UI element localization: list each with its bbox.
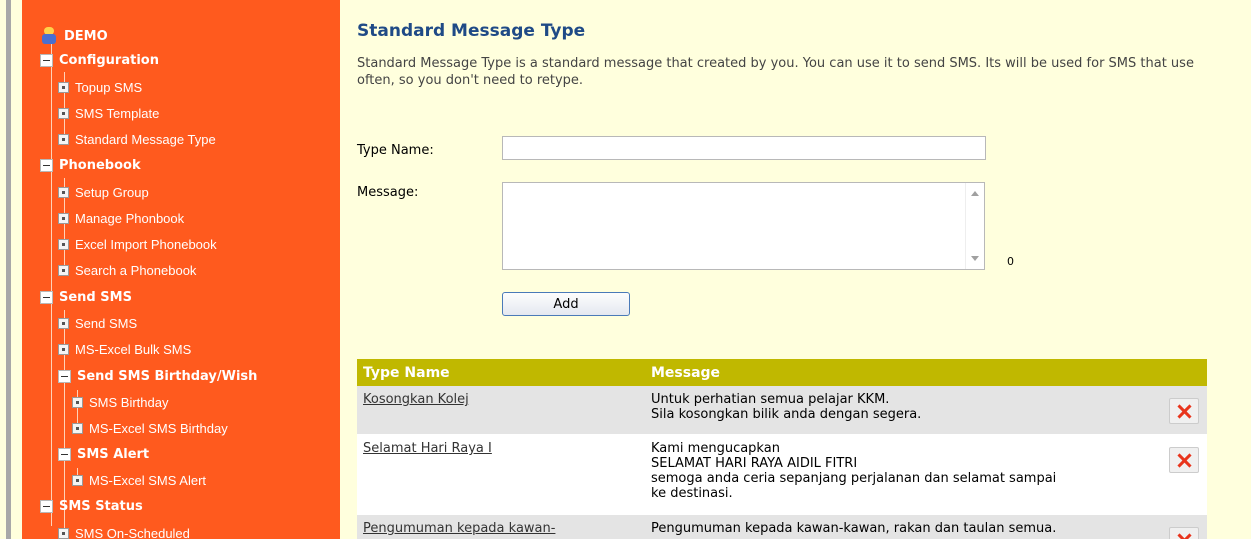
message-textarea[interactable] (503, 183, 965, 269)
leaf-icon (72, 396, 83, 408)
sidebar-item-label: SMS Birthday (89, 394, 169, 410)
section-label: Send SMS Birthday/Wish (77, 368, 258, 384)
frame-divider (6, 0, 11, 539)
leaf-icon (58, 107, 69, 119)
table-row: Pengumuman kepada kawan- Pengumuman kepa… (357, 515, 1207, 539)
collapse-icon[interactable] (40, 499, 53, 513)
sidebar-item-excel-import-phonebook[interactable]: Excel Import Phonebook (58, 232, 217, 256)
section-send-sms[interactable]: Send SMS (40, 285, 132, 309)
tree-line (51, 36, 52, 526)
page-description: Standard Message Type is a standard mess… (357, 56, 1194, 88)
sidebar-item-label: MS-Excel Bulk SMS (75, 341, 192, 357)
sidebar-item-label: SMS Template (75, 105, 160, 121)
leaf-icon (58, 133, 69, 145)
sidebar-item-sms-birthday[interactable]: SMS Birthday (72, 390, 168, 414)
sidebar-item-manage-phonbook[interactable]: Manage Phonbook (58, 206, 184, 230)
section-label: Phonebook (59, 157, 141, 173)
leaf-icon (58, 317, 69, 329)
sidebar-item-topup-sms[interactable]: Topup SMS (58, 75, 142, 99)
sidebar-item-label: MS-Excel SMS Alert (89, 472, 207, 488)
leaf-icon (58, 343, 69, 355)
user-icon (40, 27, 58, 45)
type-name-link[interactable]: Pengumuman kepada kawan- (363, 521, 555, 536)
sidebar-item-setup-group[interactable]: Setup Group (58, 180, 149, 204)
main-content: Standard Message Type Standard Message T… (340, 0, 1251, 539)
section-label: Send SMS (59, 289, 132, 305)
message-label: Message: (357, 185, 419, 200)
section-phonebook[interactable]: Phonebook (40, 153, 141, 177)
collapse-icon[interactable] (58, 447, 71, 461)
delete-icon[interactable] (1169, 398, 1199, 424)
sidebar-item-label: Send SMS (75, 315, 138, 331)
section-configuration[interactable]: Configuration (40, 48, 159, 72)
section-send-sms-birthday[interactable]: Send SMS Birthday/Wish (58, 364, 257, 388)
collapse-icon[interactable] (40, 290, 53, 304)
char-counter: 0 (1007, 255, 1014, 268)
message-field[interactable] (502, 182, 985, 270)
delete-icon[interactable] (1169, 447, 1199, 473)
collapse-icon[interactable] (58, 369, 71, 383)
table-row: Kosongkan Kolej Untuk perhatian semua pe… (357, 386, 1207, 435)
sidebar-item-label: Setup Group (75, 184, 149, 200)
leaf-icon (58, 186, 69, 198)
sidebar-item-label: Manage Phonbook (75, 210, 185, 226)
section-label: SMS Alert (77, 446, 150, 462)
page-title: Standard Message Type (357, 21, 586, 41)
tree-root[interactable]: DEMO (40, 24, 108, 48)
delete-icon[interactable] (1169, 527, 1199, 539)
sidebar-item-sms-template[interactable]: SMS Template (58, 101, 159, 125)
collapse-icon[interactable] (40, 158, 53, 172)
type-name-input[interactable] (502, 136, 986, 160)
sidebar: DEMO Configuration Topup SMS SMS Templat… (22, 0, 340, 539)
leaf-icon (58, 81, 69, 93)
type-name-link[interactable]: Selamat Hari Raya I (363, 441, 492, 456)
section-label: Configuration (59, 52, 159, 68)
section-label: SMS Status (59, 498, 143, 514)
sidebar-item-ms-excel-sms-birthday[interactable]: MS-Excel SMS Birthday (72, 416, 228, 440)
add-button[interactable]: Add (502, 292, 630, 316)
leaf-icon (58, 527, 69, 539)
sidebar-item-label: Search a Phonebook (75, 262, 197, 278)
collapse-icon[interactable] (40, 53, 53, 67)
message-cell: Pengumuman kepada kawan-kawan, rakan dan… (651, 521, 1057, 536)
sidebar-item-label: Excel Import Phonebook (75, 236, 217, 252)
sidebar-item-send-sms[interactable]: Send SMS (58, 311, 137, 335)
type-name-link[interactable]: Kosongkan Kolej (363, 392, 469, 407)
sidebar-item-ms-excel-sms-alert[interactable]: MS-Excel SMS Alert (72, 468, 206, 492)
sidebar-item-label: Topup SMS (75, 79, 143, 95)
sidebar-item-sms-on-scheduled[interactable]: SMS On-Scheduled (58, 521, 190, 539)
message-cell: Kami mengucapkan SELAMAT HARI RAYA AIDIL… (651, 441, 1057, 501)
left-frame-border (0, 0, 22, 539)
table-header: Type Name Message (357, 359, 1207, 386)
leaf-icon (58, 264, 69, 276)
section-sms-status[interactable]: SMS Status (40, 494, 143, 518)
message-type-table: Type Name Message Kosongkan Kolej Untuk … (357, 359, 1207, 539)
section-sms-alert[interactable]: SMS Alert (58, 442, 149, 466)
sidebar-item-label: MS-Excel SMS Birthday (89, 420, 228, 436)
scroll-up-icon[interactable] (971, 191, 979, 196)
leaf-icon (58, 238, 69, 250)
sidebar-item-ms-excel-bulk-sms[interactable]: MS-Excel Bulk SMS (58, 337, 191, 361)
leaf-icon (58, 212, 69, 224)
leaf-icon (72, 422, 83, 434)
type-name-label: Type Name: (357, 143, 434, 158)
sidebar-item-label: Standard Message Type (75, 131, 216, 147)
sidebar-item-label: SMS On-Scheduled (75, 525, 190, 539)
table-row: Selamat Hari Raya I Kami mengucapkan SEL… (357, 435, 1207, 515)
leaf-icon (72, 474, 83, 486)
column-header-type-name: Type Name (363, 364, 450, 381)
textarea-scrollbar[interactable] (965, 183, 984, 269)
column-header-message: Message (651, 364, 721, 381)
sidebar-item-search-phonebook[interactable]: Search a Phonebook (58, 258, 196, 282)
message-cell: Untuk perhatian semua pelajar KKM. Sila … (651, 392, 922, 422)
tree-root-label: DEMO (64, 28, 108, 44)
scroll-down-icon[interactable] (971, 256, 979, 261)
sidebar-item-standard-message-type[interactable]: Standard Message Type (58, 127, 216, 151)
